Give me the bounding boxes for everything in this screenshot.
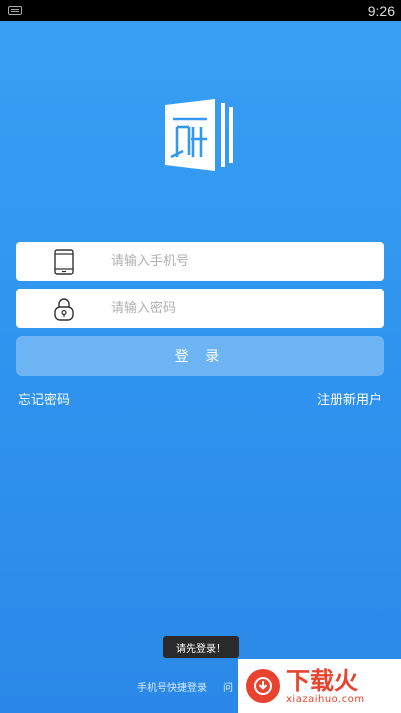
status-bar: 9:26 [0, 0, 401, 21]
forgot-password-link[interactable]: 忘记密码 [18, 389, 70, 408]
watermark-title: 下载火 [286, 666, 358, 695]
phone-icon [16, 242, 111, 281]
lock-icon [16, 289, 111, 328]
password-field[interactable] [16, 289, 384, 328]
toast-message: 请先登录！ [163, 636, 239, 658]
login-button[interactable]: 登 录 [16, 336, 384, 376]
status-time: 9:26 [367, 2, 395, 19]
password-input[interactable] [111, 301, 384, 316]
keyboard-icon [8, 6, 22, 15]
phone-input[interactable] [111, 254, 384, 269]
help-link[interactable]: 问 [223, 679, 233, 694]
download-icon [246, 669, 280, 703]
register-link[interactable]: 注册新用户 [317, 389, 382, 408]
phone-field[interactable] [16, 242, 384, 281]
quick-login-link[interactable]: 手机号快捷登录 [137, 679, 207, 694]
bottom-links: 手机号快捷登录 问 [137, 679, 233, 694]
watermark: 下载火 xiazaihuo.com [238, 659, 401, 713]
app-logo [165, 99, 233, 171]
watermark-url: xiazaihuo.com [286, 693, 365, 705]
